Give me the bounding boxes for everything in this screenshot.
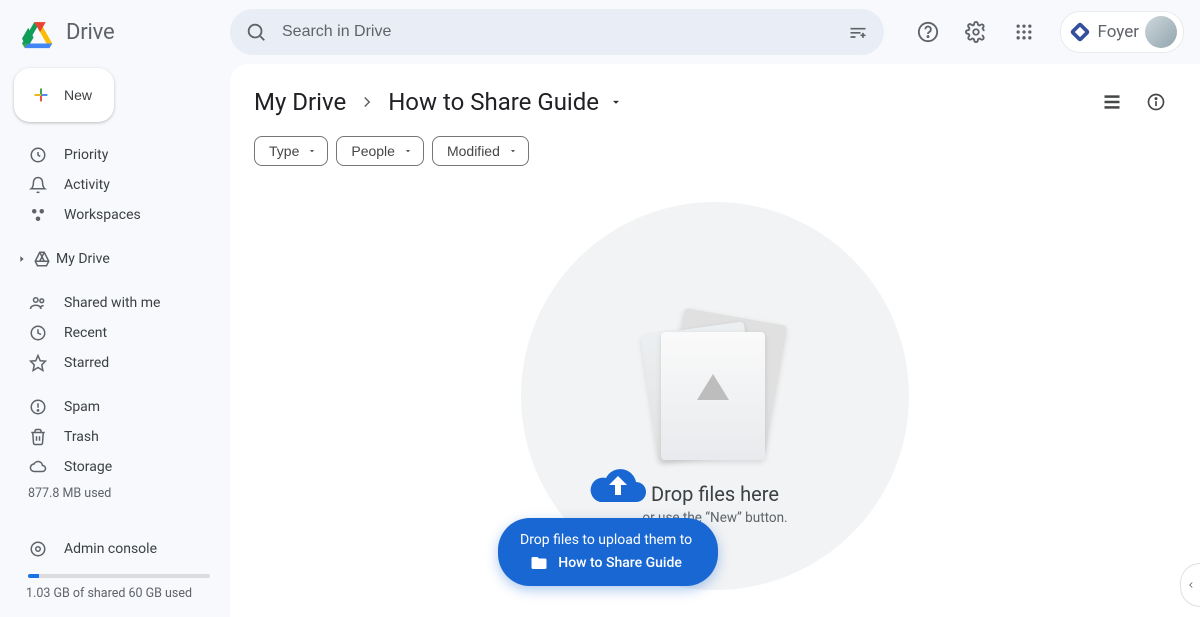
sidebar-item-trash[interactable]: Trash	[12, 422, 214, 452]
admin-icon	[28, 539, 48, 559]
search-input[interactable]	[282, 23, 846, 41]
storage-shared-text: 1.03 GB of shared 60 GB used	[12, 586, 214, 601]
logo-area[interactable]: Drive	[16, 14, 230, 50]
folder-icon	[530, 554, 548, 572]
sidebar-item-my-drive[interactable]: My Drive	[12, 244, 214, 274]
expand-caret-icon[interactable]	[16, 254, 28, 264]
main-panel: My Drive How to Share Guide Type People …	[230, 64, 1200, 617]
filter-chips: Type People Modified	[254, 136, 1176, 166]
filter-chip-people[interactable]: People	[336, 136, 424, 166]
sidebar-item-priority[interactable]: Priority	[12, 140, 214, 170]
caret-down-icon	[508, 146, 518, 156]
search-bar[interactable]	[230, 9, 884, 55]
clock-icon	[28, 323, 48, 343]
sidebar-item-spam[interactable]: Spam	[12, 392, 214, 422]
plus-icon	[30, 84, 52, 106]
new-button-label: New	[64, 87, 92, 103]
sidebar-label: Spam	[64, 399, 100, 415]
workspaces-icon	[28, 205, 48, 225]
file-stack-graphic	[655, 322, 775, 462]
info-icon[interactable]	[1136, 82, 1176, 122]
sidebar-label: My Drive	[56, 251, 110, 267]
sidebar-label: Activity	[64, 177, 110, 193]
trash-icon	[28, 427, 48, 447]
avatar[interactable]	[1145, 16, 1177, 48]
storage-used-text: 877.8 MB used	[12, 486, 214, 501]
search-filter-icon[interactable]	[846, 20, 870, 44]
sidebar-label: Recent	[64, 325, 107, 341]
cloud-upload-icon	[586, 462, 650, 506]
foyer-label: Foyer	[1097, 22, 1139, 42]
sidebar-item-starred[interactable]: Starred	[12, 348, 214, 378]
sidebar-item-activity[interactable]: Activity	[12, 170, 214, 200]
sidebar-label: Priority	[64, 147, 108, 163]
new-button[interactable]: New	[14, 68, 114, 122]
drive-logo-icon	[22, 14, 58, 50]
sidebar-label: Shared with me	[64, 295, 160, 311]
tooltip-folder-name: How to Share Guide	[558, 555, 682, 571]
sidebar-label: Admin console	[64, 541, 157, 557]
sidebar-item-shared[interactable]: Shared with me	[12, 288, 214, 318]
foyer-logo-icon	[1069, 21, 1091, 43]
tooltip-line1: Drop files to upload them to	[520, 532, 692, 548]
drop-title: Drop files here	[651, 482, 779, 506]
storage-bar	[28, 574, 210, 578]
upload-tooltip: Drop files to upload them to How to Shar…	[498, 518, 718, 586]
people-icon	[28, 293, 48, 313]
sidebar-item-admin[interactable]: Admin console	[12, 534, 214, 564]
spam-icon	[28, 397, 48, 417]
sidebar-item-storage[interactable]: Storage	[12, 452, 214, 482]
sidebar-item-workspaces[interactable]: Workspaces	[12, 200, 214, 230]
sidebar-label: Trash	[64, 429, 99, 445]
drive-outline-icon	[32, 249, 52, 269]
sidebar-label: Storage	[64, 459, 112, 475]
sidebar-item-recent[interactable]: Recent	[12, 318, 214, 348]
chevron-left-icon	[1186, 580, 1196, 590]
caret-down-icon	[609, 95, 623, 109]
chevron-right-icon	[358, 93, 376, 111]
star-icon	[28, 353, 48, 373]
breadcrumb-root[interactable]: My Drive	[254, 88, 346, 116]
apps-grid-icon[interactable]	[1004, 12, 1044, 52]
priority-icon	[28, 145, 48, 165]
empty-state: Drop files here or use the “New” button.…	[254, 174, 1176, 590]
account-chip[interactable]: Foyer	[1060, 11, 1184, 53]
breadcrumb: My Drive How to Share Guide	[254, 88, 623, 116]
filter-chip-type[interactable]: Type	[254, 136, 328, 166]
breadcrumb-current[interactable]: How to Share Guide	[388, 88, 623, 116]
caret-down-icon	[307, 146, 317, 156]
list-view-toggle-icon[interactable]	[1092, 82, 1132, 122]
settings-gear-icon[interactable]	[956, 12, 996, 52]
help-icon[interactable]	[908, 12, 948, 52]
header-actions: Foyer	[908, 11, 1184, 53]
app-header: Drive Foyer	[0, 0, 1200, 64]
sidebar-label: Workspaces	[64, 207, 141, 223]
filter-chip-modified[interactable]: Modified	[432, 136, 529, 166]
cloud-icon	[28, 457, 48, 477]
caret-down-icon	[403, 146, 413, 156]
app-name: Drive	[66, 20, 114, 45]
sidebar: New Priority Activity Workspaces My Driv…	[0, 64, 230, 617]
search-icon[interactable]	[244, 20, 268, 44]
bell-icon	[28, 175, 48, 195]
sidebar-label: Starred	[64, 355, 109, 371]
